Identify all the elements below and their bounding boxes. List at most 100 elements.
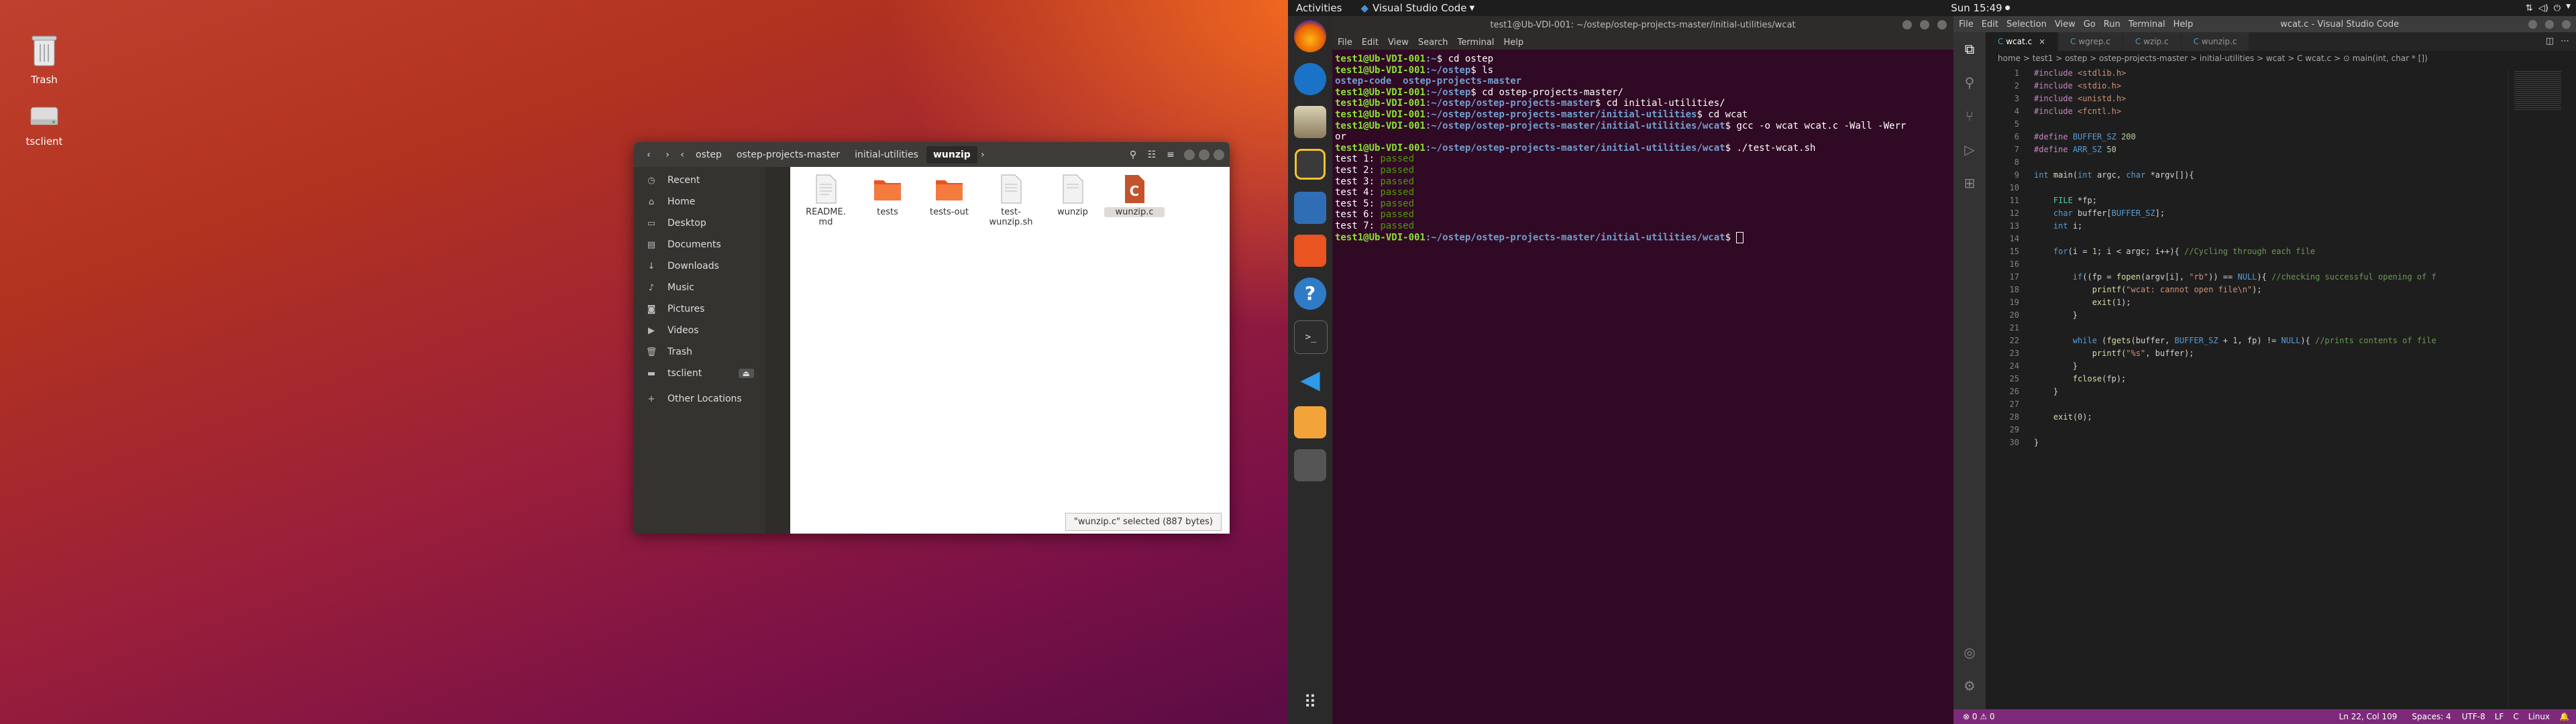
code-line[interactable]: int i; xyxy=(2034,220,2082,233)
code-line[interactable]: #include <fcntl.h> xyxy=(2034,105,2121,118)
menu-help[interactable]: Help xyxy=(1503,38,1523,48)
sidebar-item-documents[interactable]: ▤ Documents xyxy=(634,234,765,255)
gear-icon[interactable]: ⚙ xyxy=(1953,669,1986,703)
help-icon[interactable]: ? xyxy=(1294,278,1326,310)
search-icon[interactable]: ⚲ xyxy=(1953,66,1986,99)
breadcrumb-projects[interactable]: ostep-projects-master xyxy=(730,146,847,164)
account-icon[interactable]: ◎ xyxy=(1953,636,1986,669)
app-menu[interactable]: Visual Studio Code xyxy=(1373,2,1467,14)
sidebar-item-desktop[interactable]: ▭ Desktop xyxy=(634,213,765,234)
code-line[interactable]: printf("%s", buffer); xyxy=(2034,347,2194,360)
tab-wcat[interactable]: C wcat.c × xyxy=(1986,32,2059,51)
code-line[interactable]: printf("wcat: cannot open file\n"); xyxy=(2034,284,2262,296)
sidebar-item-home[interactable]: ⌂ Home xyxy=(634,191,765,213)
extensions-icon[interactable]: ⊞ xyxy=(1953,166,1986,200)
code-line[interactable]: #include <unistd.h> xyxy=(2034,93,2126,105)
breadcrumb-initial-utilities[interactable]: initial-utilities xyxy=(848,146,925,164)
terminal-output[interactable]: test1@Ub-VDI-001:~$ cd ostep test1@Ub-VDI… xyxy=(1332,50,1953,247)
close-icon[interactable]: × xyxy=(2039,37,2045,46)
menu-help[interactable]: Help xyxy=(2174,19,2194,29)
menu-edit[interactable]: Edit xyxy=(1982,19,1998,29)
indentation-status[interactable]: Spaces: 4 xyxy=(2412,712,2451,721)
breadcrumb[interactable]: home > test1 > ostep > ostep-projects-ma… xyxy=(1986,51,2576,66)
code-line[interactable]: #define BUFFER_SZ 200 xyxy=(2034,131,2136,143)
desktop-icon-trash[interactable]: Trash xyxy=(4,32,85,86)
menu-run[interactable]: Run xyxy=(2104,19,2121,29)
notifications-icon[interactable]: 🔔 xyxy=(2559,712,2569,721)
close-button[interactable] xyxy=(1937,20,1947,29)
sidebar-item-tsclient[interactable]: ▬ tsclient ⏏ xyxy=(634,363,765,384)
search-button[interactable]: ⚲ xyxy=(1124,145,1142,164)
code-line[interactable]: char buffer[BUFFER_SZ]; xyxy=(2034,207,2165,220)
maximize-button[interactable] xyxy=(2545,19,2554,29)
tab-wunzip[interactable]: C wunzip.c xyxy=(2181,32,2250,51)
file-item[interactable]: test- wunzip.sh xyxy=(981,174,1041,227)
code-line[interactable]: for(i = 1; i < argc; i++){ //Cycling thr… xyxy=(2034,245,2315,258)
cursor-position[interactable]: Ln 22, Col 109 xyxy=(2339,712,2398,721)
close-button[interactable] xyxy=(2562,19,2571,29)
menu-view[interactable]: View xyxy=(2055,19,2076,29)
encoding-status[interactable]: UTF-8 xyxy=(2462,712,2485,721)
file-item[interactable]: tests-out xyxy=(919,174,979,217)
os-status[interactable]: Linux xyxy=(2528,712,2550,721)
code-line[interactable]: } xyxy=(2034,385,2058,398)
path-scroll-left[interactable]: ‹ xyxy=(677,145,688,164)
code-line[interactable]: } xyxy=(2034,360,2078,373)
firefox-icon[interactable] xyxy=(1294,20,1326,52)
eject-button[interactable]: ⏏ xyxy=(738,369,754,378)
code-line[interactable]: exit(1); xyxy=(2034,296,2131,309)
code-line[interactable]: } xyxy=(2034,309,2078,322)
text-editor-icon[interactable] xyxy=(1294,406,1326,438)
menu-search[interactable]: Search xyxy=(1418,38,1448,48)
maximize-button[interactable] xyxy=(1920,20,1929,29)
menu-terminal[interactable]: Terminal xyxy=(1457,38,1494,48)
sidebar-item-other-locations[interactable]: + Other Locations xyxy=(634,388,765,410)
sidebar-item-music[interactable]: ♪ Music xyxy=(634,277,765,298)
code-line[interactable]: exit(0); xyxy=(2034,411,2092,424)
code-line[interactable]: while (fgets(buffer, BUFFER_SZ + 1, fp) … xyxy=(2034,335,2436,347)
view-options-button[interactable]: ☷ xyxy=(1142,145,1161,164)
minimap[interactable] xyxy=(2508,67,2576,709)
writer-icon[interactable] xyxy=(1294,192,1326,224)
problems-status[interactable]: ⊗ 0 ⚠ 0 xyxy=(1963,712,1995,721)
volume-icon[interactable]: ◁) xyxy=(2538,3,2548,13)
minimize-button[interactable] xyxy=(1184,149,1195,160)
menu-terminal[interactable]: Terminal xyxy=(2129,19,2165,29)
menu-go[interactable]: Go xyxy=(2084,19,2096,29)
screenshot-icon[interactable] xyxy=(1294,449,1326,481)
software-icon[interactable] xyxy=(1294,235,1326,267)
tab-wgrep[interactable]: C wgrep.c xyxy=(2058,32,2123,51)
minimize-button[interactable] xyxy=(2528,19,2537,29)
code-editor[interactable]: 1 #include <stdlib.h> 2 #include <stdio.h> 3… xyxy=(1986,67,2509,709)
more-actions-icon[interactable]: ⋯ xyxy=(2561,32,2569,51)
sidebar-item-recent[interactable]: ◷ Recent xyxy=(634,170,765,191)
menu-file[interactable]: File xyxy=(1338,38,1352,48)
file-item[interactable]: tests xyxy=(857,174,918,217)
files-icon[interactable] xyxy=(1294,106,1326,138)
activities-button[interactable]: Activities xyxy=(1296,2,1342,14)
code-line[interactable]: fclose(fp); xyxy=(2034,373,2126,385)
network-icon[interactable]: ⇅ xyxy=(2526,3,2533,13)
menu-file[interactable]: File xyxy=(1959,19,1974,29)
code-line[interactable]: #include <stdlib.h> xyxy=(2034,67,2126,80)
tab-wzip[interactable]: C wzip.c xyxy=(2123,32,2182,51)
sidebar-item-videos[interactable]: ▶ Videos xyxy=(634,320,765,341)
eol-status[interactable]: LF xyxy=(2495,712,2504,721)
sidebar-item-pictures[interactable]: ◙ Pictures xyxy=(634,298,765,320)
desktop-icon-tsclient[interactable]: tsclient xyxy=(4,94,85,147)
menu-edit[interactable]: Edit xyxy=(1362,38,1379,48)
back-button[interactable]: ‹ xyxy=(639,145,658,164)
sidebar-item-downloads[interactable]: ↓ Downloads xyxy=(634,255,765,277)
menu-selection[interactable]: Selection xyxy=(2006,19,2047,29)
minimize-button[interactable] xyxy=(1902,20,1912,29)
code-line[interactable]: } xyxy=(2034,436,2039,449)
clock[interactable]: Sun 15:49 xyxy=(1951,2,2002,14)
code-line[interactable]: #define ARR_SZ 50 xyxy=(2034,143,2116,156)
code-line[interactable]: FILE *fp; xyxy=(2034,194,2097,207)
app-grid-icon[interactable]: ⠿ xyxy=(1294,686,1326,719)
file-item-selected[interactable]: C wunzip.c xyxy=(1104,174,1165,217)
power-icon[interactable]: ⏻ xyxy=(2554,3,2561,13)
run-debug-icon[interactable]: ▷ xyxy=(1953,133,1986,166)
vscode-icon[interactable]: ◀ xyxy=(1294,363,1326,396)
menu-button[interactable]: ≡ xyxy=(1161,145,1180,164)
